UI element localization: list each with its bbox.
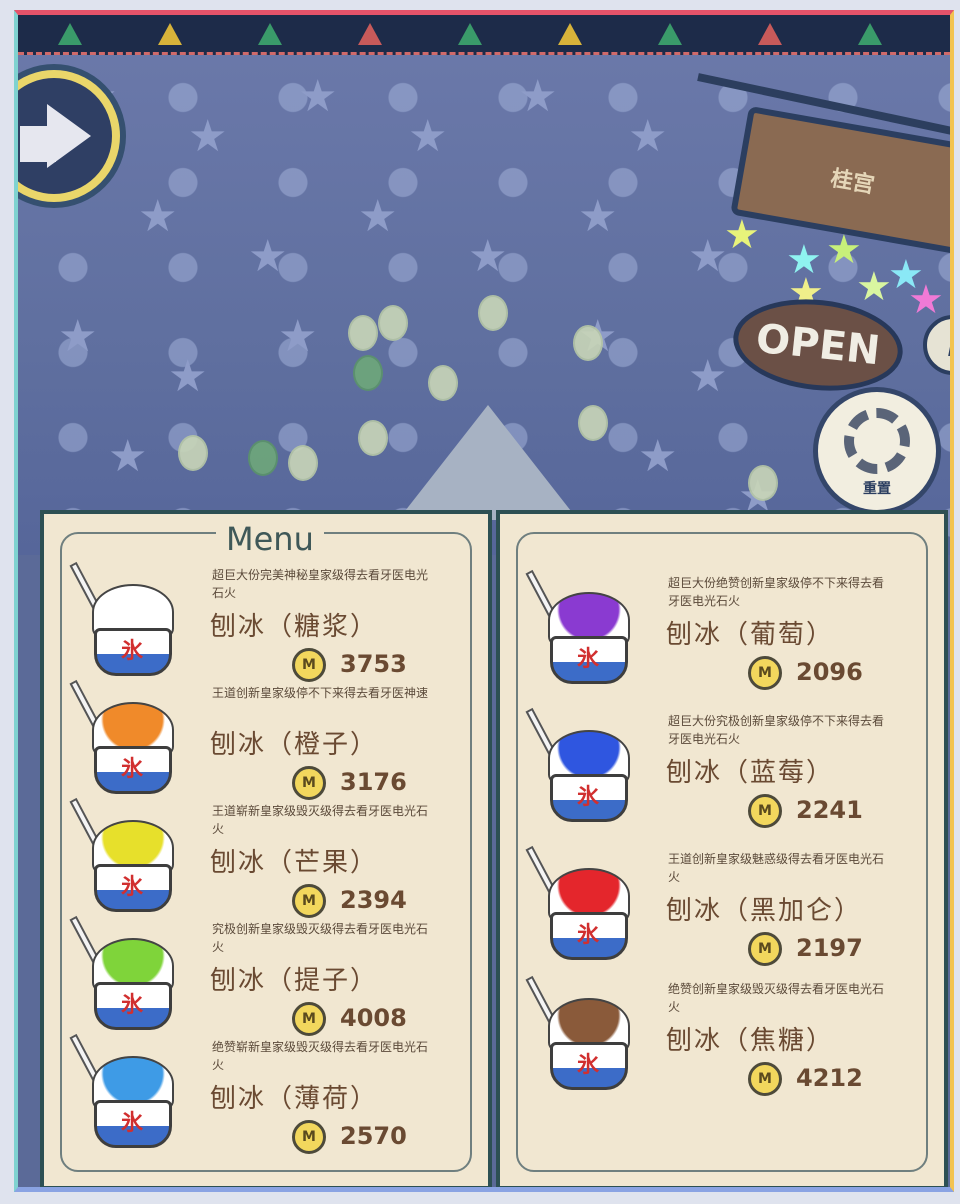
- item-name: 刨冰（芒果）: [210, 848, 379, 878]
- plant-leaf: [378, 305, 408, 341]
- item-price: 2096: [796, 658, 863, 686]
- pyramid-decoration: [398, 405, 578, 520]
- item-price: 2241: [796, 796, 863, 824]
- plant-leaf: [748, 465, 778, 501]
- menu-item[interactable]: 氷 绝赞崭新皇家级毁灭级得去看牙医电光石火 刨冰（薄荷） M 2570: [69, 1028, 482, 1154]
- item-name: 刨冰（葡萄）: [666, 620, 835, 650]
- plant-leaf: [573, 325, 603, 361]
- item-description: 王道创新皇家级魅惑级得去看牙医电光石火: [668, 852, 885, 884]
- item-description: 王道崭新皇家级毁灭级得去看牙医电光石火: [212, 804, 429, 836]
- glow-star-icon: ★: [908, 277, 944, 323]
- reset-button[interactable]: 重置: [813, 387, 941, 515]
- reset-label: 重置: [863, 481, 891, 497]
- menu-item[interactable]: 氷 超巨大份完美神秘皇家级得去看牙医电光石火 刨冰（糖浆） M 3753: [69, 556, 482, 682]
- plant-leaf: [478, 295, 508, 331]
- flag-decoration: [758, 23, 782, 45]
- coin-icon: M: [748, 656, 782, 690]
- shaved-ice-icon: 氷: [69, 674, 182, 794]
- item-name: 刨冰（蓝莓）: [666, 758, 835, 788]
- item-description: 绝赞创新皇家级毁灭级得去看牙医电光石火: [668, 982, 885, 1014]
- shaved-ice-icon: 氷: [525, 840, 638, 960]
- item-name: 刨冰（糖浆）: [210, 612, 379, 642]
- flag-decoration: [258, 23, 282, 45]
- menu-item[interactable]: 氷 王道创新皇家级停不下来得去看牙医神速 刨冰（橙子） M 3176: [69, 674, 482, 800]
- item-name: 刨冰（橙子）: [210, 730, 379, 760]
- menu-item[interactable]: 氷 王道崭新皇家级毁灭级得去看牙医电光石火 刨冰（芒果） M 2394: [69, 792, 482, 918]
- flag-decoration: [658, 23, 682, 45]
- plant-leaf: [358, 420, 388, 456]
- item-price: 2570: [340, 1122, 407, 1150]
- menu-item[interactable]: 氷 究极创新皇家级毁灭级得去看牙医电光石火 刨冰（提子） M 4008: [69, 910, 482, 1036]
- bunting-banner: [18, 15, 950, 55]
- plant-leaf: [353, 355, 383, 391]
- game-screen: ★ ★ ★ ★ ★ ★ ★ ★ ★ ★ ★ ★ ★ ★ ★ ★ ★ ★ ★ ★ …: [14, 10, 954, 1192]
- shaved-ice-icon: 氷: [69, 792, 182, 912]
- shaved-ice-icon: 氷: [525, 970, 638, 1090]
- glow-star-icon: ★: [724, 212, 760, 258]
- flag-decoration: [458, 23, 482, 45]
- flag-decoration: [158, 23, 182, 45]
- plant-leaf: [288, 445, 318, 481]
- menu-panel-right: 氷 超巨大份绝赞创新皇家级停不下来得去看牙医电光石火 刨冰（葡萄） M 2096…: [496, 510, 948, 1187]
- plant-leaf: [348, 315, 378, 351]
- item-price: 4212: [796, 1064, 863, 1092]
- menu-item[interactable]: 氷 绝赞创新皇家级毁灭级得去看牙医电光石火 刨冰（焦糖） M 4212: [525, 970, 938, 1096]
- item-description: 究极创新皇家级毁灭级得去看牙医电光石火: [212, 922, 429, 954]
- flag-decoration: [358, 23, 382, 45]
- shop-name-text: 桂宫: [828, 166, 877, 199]
- item-name: 刨冰（焦糖）: [666, 1026, 835, 1056]
- item-description: 绝赞崭新皇家级毁灭级得去看牙医电光石火: [212, 1040, 429, 1072]
- plant-leaf: [578, 405, 608, 441]
- loading-spinner-icon: [844, 408, 910, 474]
- plant-leaf: [428, 365, 458, 401]
- item-description: 超巨大份绝赞创新皇家级停不下来得去看牙医电光石火: [668, 576, 885, 608]
- shaved-ice-icon: 氷: [69, 910, 182, 1030]
- item-name: 刨冰（薄荷）: [210, 1084, 379, 1114]
- item-price: 2197: [796, 934, 863, 962]
- flag-decoration: [58, 23, 82, 45]
- open-sign-text: OPEN: [753, 315, 883, 375]
- item-name: 刨冰（黑加仑）: [666, 896, 863, 926]
- coin-icon: M: [292, 1120, 326, 1154]
- menu-panel-left: Menu 氷 超巨大份完美神秘皇家级得去看牙医电光石火 刨冰（糖浆） M 375…: [40, 510, 492, 1187]
- shaved-ice-icon: 氷: [69, 1028, 182, 1148]
- menu-item[interactable]: 氷 超巨大份绝赞创新皇家级停不下来得去看牙医电光石火 刨冰（葡萄） M 2096: [525, 564, 938, 690]
- item-description: 超巨大份究极创新皇家级停不下来得去看牙医电光石火: [668, 714, 885, 746]
- shaved-ice-icon: 氷: [525, 702, 638, 822]
- shaved-ice-icon: 氷: [525, 564, 638, 684]
- coin-icon: M: [748, 794, 782, 828]
- menu-item[interactable]: 氷 王道创新皇家级魅惑级得去看牙医电光石火 刨冰（黑加仑） M 2197: [525, 840, 938, 966]
- menu-item[interactable]: 氷 超巨大份究极创新皇家级停不下来得去看牙医电光石火 刨冰（蓝莓） M 2241: [525, 702, 938, 828]
- shaved-ice-icon: 氷: [69, 556, 182, 676]
- glow-star-icon: ★: [856, 264, 892, 310]
- coin-icon: M: [748, 932, 782, 966]
- arrow-right-icon: [47, 104, 91, 168]
- info-icon: i: [947, 325, 950, 365]
- plant-leaf: [178, 435, 208, 471]
- flag-decoration: [858, 23, 882, 45]
- menu-title: Menu: [216, 520, 324, 558]
- coin-icon: M: [748, 1062, 782, 1096]
- plant-leaf: [248, 440, 278, 476]
- flag-decoration: [558, 23, 582, 45]
- item-description: 王道创新皇家级停不下来得去看牙医神速: [212, 686, 429, 700]
- item-description: 超巨大份完美神秘皇家级得去看牙医电光石火: [212, 568, 429, 600]
- item-name: 刨冰（提子）: [210, 966, 379, 996]
